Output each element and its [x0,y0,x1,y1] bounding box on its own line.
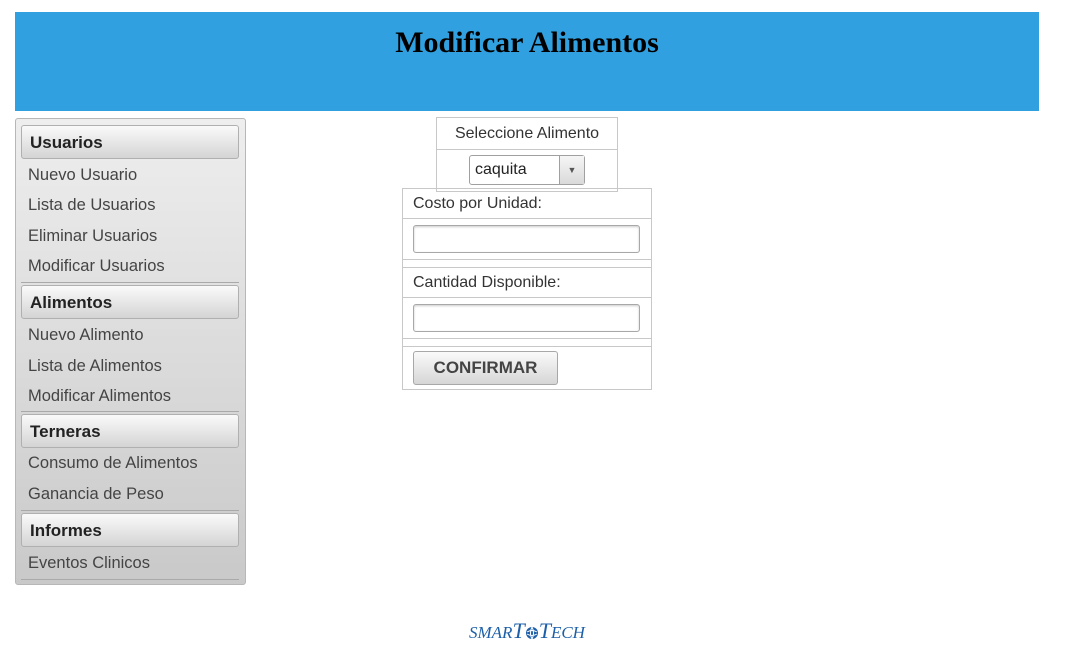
sidebar-divider [21,510,239,511]
sidebar-section-terneras[interactable]: Terneras [21,414,239,448]
page-title: Modificar Alimentos [395,26,659,59]
cost-input[interactable] [413,225,640,253]
sidebar-item-lista-de-usuarios[interactable]: Lista de Usuarios [28,196,155,215]
chevron-down-icon[interactable]: ▼ [559,156,584,184]
sidebar-divider [21,411,239,412]
sidebar-section-usuarios[interactable]: Usuarios [21,125,239,159]
food-select-table: Seleccione Alimento caquita ▼ [436,117,618,192]
food-select-value: caquita [475,161,527,178]
food-edit-form: Costo por Unidad: Cantidad Disponible: C… [402,188,652,390]
sidebar-item-ganancia-de-peso[interactable]: Ganancia de Peso [28,485,164,504]
globe-icon [525,626,538,640]
sidebar-item-modificar-alimentos[interactable]: Modificar Alimentos [28,387,171,406]
confirm-button[interactable]: CONFIRMAR [413,351,558,385]
sidebar-item-eliminar-usuarios[interactable]: Eliminar Usuarios [28,227,157,246]
quantity-label: Cantidad Disponible: [402,267,652,298]
sidebar-divider [21,282,239,283]
quantity-input[interactable] [413,304,640,332]
food-select[interactable]: caquita ▼ [469,155,585,185]
smartech-logo: SMART TECH [469,618,585,643]
sidebar-item-consumo-de-alimentos[interactable]: Consumo de Alimentos [28,454,198,473]
sidebar-item-nuevo-alimento[interactable]: Nuevo Alimento [28,326,144,345]
sidebar-item-eventos-clinicos[interactable]: Eventos Clinicos [28,554,150,573]
select-food-label: Seleccione Alimento [436,117,618,150]
sidebar-section-informes[interactable]: Informes [21,513,239,547]
sidebar-item-modificar-usuarios[interactable]: Modificar Usuarios [28,257,165,276]
cost-label: Costo por Unidad: [402,188,652,219]
sidebar-item-lista-de-alimentos[interactable]: Lista de Alimentos [28,357,162,376]
sidebar-divider [21,579,239,580]
sidebar-item-nuevo-usuario[interactable]: Nuevo Usuario [28,166,137,185]
sidebar-section-alimentos[interactable]: Alimentos [21,285,239,319]
page-header: Modificar Alimentos [15,12,1039,111]
sidebar-menu: Usuarios Nuevo Usuario Lista de Usuarios… [15,118,246,585]
